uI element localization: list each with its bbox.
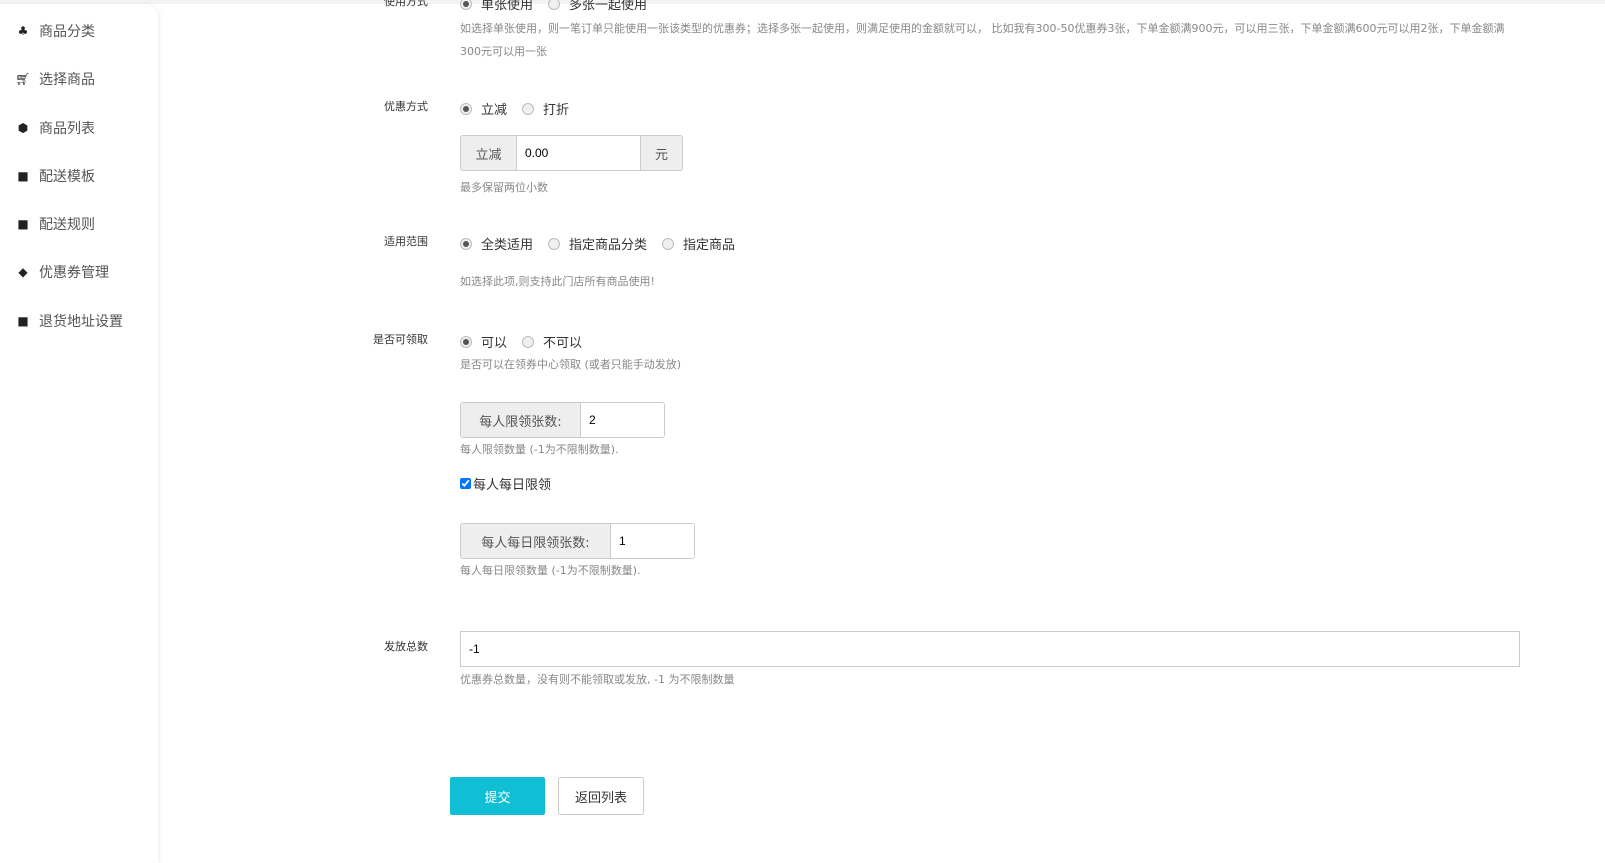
scope-all-radio[interactable]: 全类适用 xyxy=(460,234,533,253)
submit-button[interactable]: 提交 xyxy=(450,777,545,815)
total-help: 优惠券总数量，没有则不能领取或发放, -1 为不限制数量 xyxy=(460,673,735,686)
sidebar-item-goods-list[interactable]: ⬢ 商品列表 xyxy=(14,116,95,140)
total-label: 发放总数 xyxy=(384,640,428,653)
scope-help: 如选择此项,则支持此门店所有商品使用! xyxy=(460,275,655,288)
truck-icon: ■ xyxy=(17,314,29,328)
discount-help: 最多保留两位小数 xyxy=(460,181,548,194)
discount-reduce-radio[interactable]: 立减 xyxy=(460,99,507,118)
top-bar xyxy=(0,0,1605,4)
claimable-help: 是否可以在领券中心领取 (或者只能手动发放) xyxy=(460,358,682,371)
discount-radio-group: 立减 打折 xyxy=(460,99,584,118)
sidebar-item-coupons[interactable]: ◆ 优惠券管理 xyxy=(14,260,109,284)
claimable-no-radio[interactable]: 不可以 xyxy=(522,332,582,351)
usage-help-2: 300元可以用一张 xyxy=(460,45,547,58)
cart-icon: 🛒︎ xyxy=(15,72,31,86)
scope-label: 适用范围 xyxy=(384,235,428,248)
claimable-label: 是否可领取 xyxy=(373,333,428,346)
daily-limit-checkbox-row[interactable]: 每人每日限领 xyxy=(460,474,551,493)
total-input[interactable] xyxy=(460,631,1520,667)
sidebar-item-return-address[interactable]: ■ 退货地址设置 xyxy=(14,309,123,333)
usage-help: 如选择单张使用，则一笔订单只能使用一张该类型的优惠券；选择多张一起使用，则满足使… xyxy=(460,22,1505,35)
usage-single-radio[interactable]: 单张使用 xyxy=(460,0,533,13)
sidebar-item-shipping-rules[interactable]: ■ 配送规则 xyxy=(14,212,95,236)
sidebar-item-category[interactable]: ♣ 商品分类 xyxy=(14,19,95,43)
discount-prefix: 立减 xyxy=(461,136,516,170)
usage-label: 使用方式 xyxy=(384,0,428,8)
daily-limit-checkbox[interactable] xyxy=(460,478,471,489)
sidebar: ♣ 商品分类 🛒︎ 选择商品 ⬢ 商品列表 ■ 配送模板 ■ 配送规则 ◆ 优惠券管理 ■ 退… xyxy=(0,4,158,863)
daily-limit-input[interactable] xyxy=(610,524,694,558)
sidebar-item-select-goods[interactable]: 🛒︎ 选择商品 xyxy=(14,67,95,91)
discount-amount-input[interactable] xyxy=(515,136,640,170)
per-person-limit-input[interactable] xyxy=(580,403,664,437)
scope-category-radio[interactable]: 指定商品分类 xyxy=(548,234,647,253)
sitemap-icon: ♣ xyxy=(17,24,29,38)
truck-icon: ■ xyxy=(17,217,29,231)
claimable-radio-group: 可以 不可以 xyxy=(460,332,597,351)
scope-goods-radio[interactable]: 指定商品 xyxy=(662,234,735,253)
discount-percent-radio[interactable]: 打折 xyxy=(522,99,569,118)
discount-suffix: 元 xyxy=(639,136,682,170)
claimable-yes-radio[interactable]: 可以 xyxy=(460,332,507,351)
sidebar-item-shipping-template[interactable]: ■ 配送模板 xyxy=(14,164,95,188)
discount-amount-group: 立减 元 xyxy=(460,135,683,171)
scope-radio-group: 全类适用 指定商品分类 指定商品 xyxy=(460,234,750,253)
daily-limit-help: 每人每日限领数量 (-1为不限制数量). xyxy=(460,564,641,577)
per-person-limit-prefix: 每人限领张数: xyxy=(461,403,580,437)
per-person-limit-help: 每人限领数量 (-1为不限制数量). xyxy=(460,443,619,456)
discount-label: 优惠方式 xyxy=(384,100,428,113)
back-to-list-button[interactable]: 返回列表 xyxy=(558,777,644,815)
daily-limit-group: 每人每日限领张数: xyxy=(460,523,695,559)
cubes-icon: ⬢ xyxy=(17,121,29,135)
tags-icon: ◆ xyxy=(18,265,28,279)
per-person-limit-group: 每人限领张数: xyxy=(460,402,665,438)
usage-multi-radio[interactable]: 多张一起使用 xyxy=(548,0,647,13)
truck-icon: ■ xyxy=(17,169,29,183)
daily-limit-prefix: 每人每日限领张数: xyxy=(461,524,610,558)
usage-radio-group: 单张使用 多张一起使用 xyxy=(460,0,662,13)
